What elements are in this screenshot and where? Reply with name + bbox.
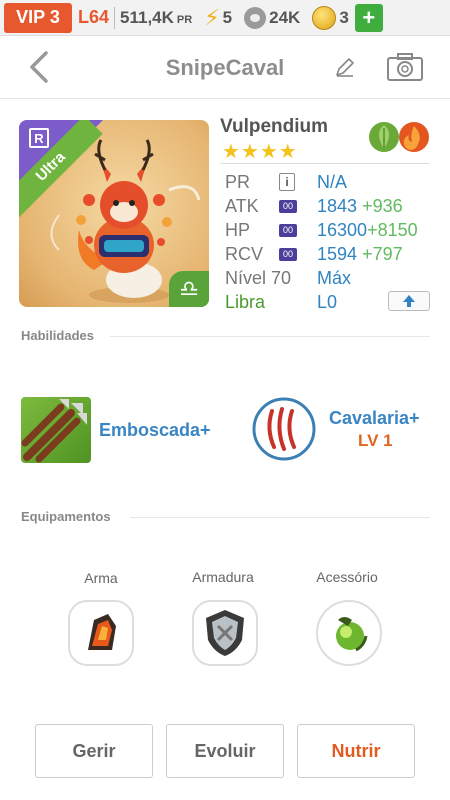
element-icons — [369, 122, 429, 152]
power-rating: 511,4K PR — [120, 8, 192, 28]
power-unit: PR — [176, 13, 193, 26]
leaf-element-icon — [369, 122, 399, 152]
stat-value: 1843 +936 — [317, 196, 403, 217]
paw-icon — [244, 6, 267, 29]
atk-bonus: +936 — [362, 195, 403, 216]
coins-counter[interactable]: 3 — [312, 5, 349, 30]
stat-value: 16300+8150 — [317, 220, 418, 241]
paws-counter[interactable]: 24K — [244, 6, 301, 29]
section-title-equipment: Equipamentos — [21, 509, 111, 524]
equipment-label-accessory: Acessório — [316, 569, 378, 585]
camera-icon[interactable] — [386, 52, 424, 82]
power-value: 511,4K — [120, 7, 174, 27]
atk-value: 1843 — [317, 195, 358, 216]
plus-tag-badge: 00 — [279, 223, 297, 237]
stat-label: RCV — [225, 243, 264, 264]
divider — [110, 336, 430, 337]
stat-row-pr: PR i N/A — [225, 171, 347, 193]
cavalry-skill-icon[interactable] — [252, 397, 316, 461]
skill-name: Emboscada+ — [99, 420, 211, 440]
weapon-slot[interactable] — [68, 600, 134, 666]
divider — [220, 163, 430, 164]
edit-pencil-icon[interactable] — [333, 55, 357, 79]
stat-row-rcv: RCV 00 1594 +797 — [225, 243, 403, 265]
stat-label: PR — [225, 171, 251, 192]
stat-value: N/A — [317, 171, 348, 192]
libra-zodiac-icon: ♎ — [169, 271, 209, 307]
stat-label: Nível 70 — [225, 267, 292, 288]
stat-label: HP — [225, 219, 251, 240]
stat-row-atk: ATK 00 1843 +936 — [225, 195, 403, 217]
player-level: L64 — [78, 7, 110, 27]
add-currency-button[interactable]: + — [354, 3, 383, 32]
divider — [130, 517, 430, 518]
feed-button[interactable]: Nutrir — [297, 724, 415, 778]
page-title: SnipeCaval — [165, 55, 285, 80]
stat-row-hp: HP 00 16300+8150 — [225, 219, 418, 241]
equipment-label-weapon: Arma — [84, 570, 118, 586]
accessory-slot[interactable] — [316, 600, 382, 666]
status-bar: VIP 3 L64 511,4K PR ⚡ 5 24K 3 + — [0, 0, 450, 36]
coin-icon — [312, 5, 337, 30]
stat-value: L0 — [317, 291, 338, 312]
arrows-icon — [21, 399, 87, 463]
ambush-skill-icon[interactable] — [21, 397, 91, 463]
monster-portrait[interactable]: R Ultra ♎ — [19, 120, 209, 307]
plus-tag-badge: 00 — [279, 199, 297, 213]
equipment-label-armor: Armadura — [192, 569, 254, 585]
vip-badge[interactable]: VIP 3 — [4, 2, 72, 33]
arrow-up-icon — [403, 295, 415, 307]
zodiac-upgrade-button[interactable] — [388, 291, 430, 311]
lightning-icon: ⚡ — [204, 4, 220, 30]
skill-name: Cavalaria+ — [329, 408, 420, 428]
info-icon[interactable]: i — [279, 173, 295, 191]
rarity-badge: R — [29, 128, 49, 148]
stat-label: ATK — [225, 195, 259, 216]
stat-label: Libra — [225, 291, 266, 312]
rcv-value: 1594 — [317, 243, 358, 264]
fire-element-icon — [399, 122, 429, 152]
rcv-bonus: +797 — [362, 243, 403, 264]
paws-value: 24K — [269, 7, 301, 27]
stat-value: Máx — [317, 267, 352, 288]
hp-bonus: +8150 — [367, 219, 418, 240]
energy-value: 5 — [222, 7, 233, 27]
hp-value: 16300 — [317, 219, 368, 240]
stat-row-level: Nível 70 Máx — [225, 267, 351, 289]
armor-slot[interactable] — [192, 600, 258, 666]
evolve-button[interactable]: Evoluir — [166, 724, 284, 778]
plus-tag-badge: 00 — [279, 247, 297, 261]
energy-counter[interactable]: ⚡ 5 — [204, 5, 232, 31]
manage-button[interactable]: Gerir — [35, 724, 153, 778]
monster-name: Vulpendium — [220, 116, 329, 137]
stat-row-zodiac: Libra L0 — [225, 291, 337, 313]
star-rating: ★★★★ — [222, 141, 298, 163]
section-title-skills: Habilidades — [21, 328, 94, 343]
page-header: SnipeCaval — [0, 37, 450, 99]
divider — [114, 6, 116, 29]
stat-value: 1594 +797 — [317, 244, 403, 265]
skill-level: LV 1 — [358, 431, 393, 450]
coins-value: 3 — [339, 7, 349, 27]
